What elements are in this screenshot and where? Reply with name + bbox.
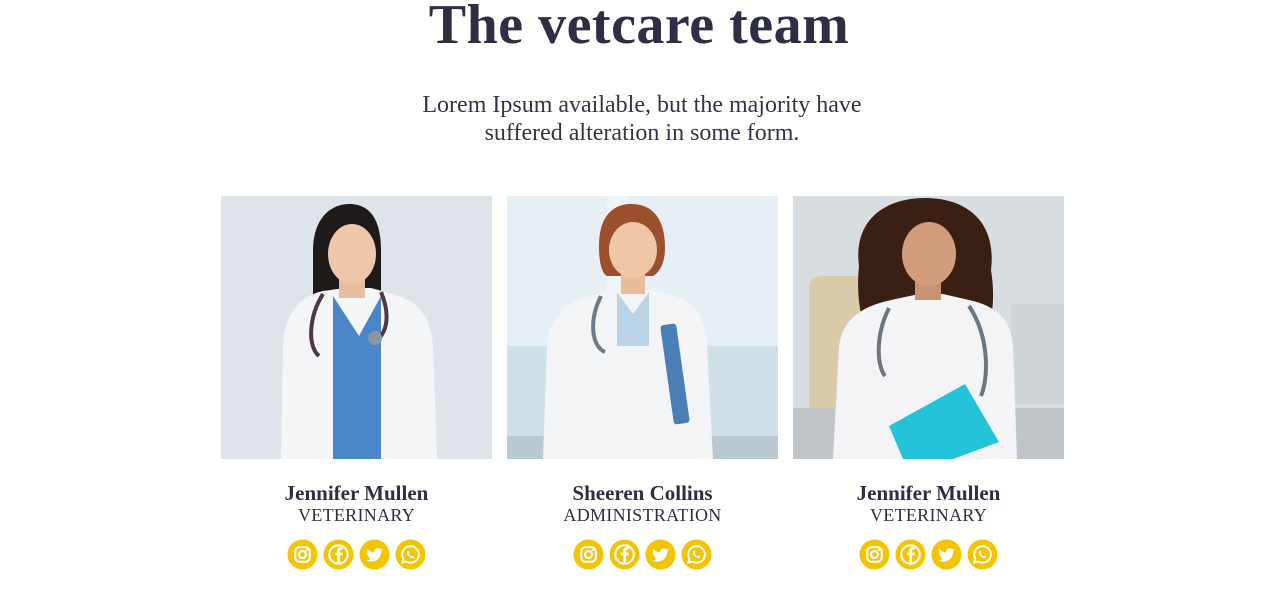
- instagram-icon[interactable]: [287, 539, 318, 570]
- twitter-icon[interactable]: [645, 539, 676, 570]
- facebook-icon[interactable]: [895, 539, 926, 570]
- doctor-photo: [793, 196, 1064, 459]
- twitter-icon[interactable]: [931, 539, 962, 570]
- social-links: [507, 539, 778, 570]
- instagram-icon[interactable]: [859, 539, 890, 570]
- member-role: ADMINISTRATION: [563, 505, 722, 525]
- page-title: The vetcare team: [428, 0, 850, 56]
- whatsapp-icon[interactable]: [681, 539, 712, 570]
- doctor-photo: [221, 196, 492, 459]
- team-card: Jennifer Mullen VETERINARY: [221, 196, 492, 570]
- social-links: [793, 539, 1064, 570]
- facebook-icon[interactable]: [323, 539, 354, 570]
- team-card: Jennifer Mullen VETERINARY: [793, 196, 1064, 570]
- member-role: VETERINARY: [298, 505, 415, 525]
- instagram-icon[interactable]: [573, 539, 604, 570]
- social-links: [221, 539, 492, 570]
- member-role: VETERINARY: [870, 505, 987, 525]
- team-card: Sheeren Collins ADMINISTRATION: [507, 196, 778, 570]
- whatsapp-icon[interactable]: [967, 539, 998, 570]
- whatsapp-icon[interactable]: [395, 539, 426, 570]
- page-subtitle: Lorem Ipsum available, but the majority …: [422, 92, 862, 146]
- facebook-icon[interactable]: [609, 539, 640, 570]
- twitter-icon[interactable]: [359, 539, 390, 570]
- doctor-photo: [507, 196, 778, 459]
